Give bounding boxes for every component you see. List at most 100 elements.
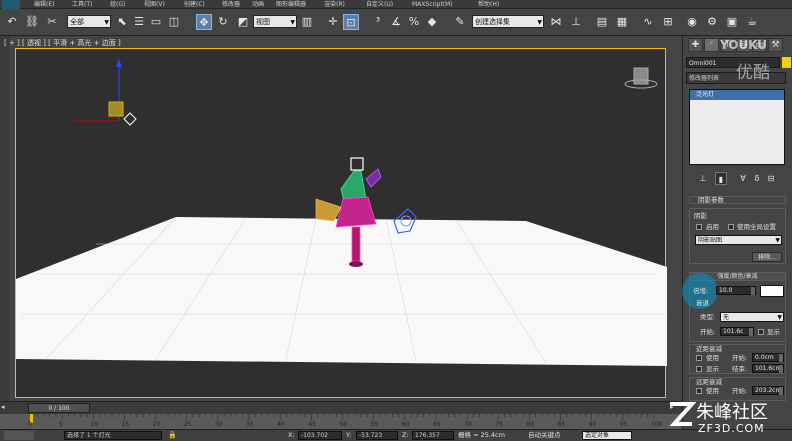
undo-icon[interactable]: ↶ <box>4 14 20 30</box>
viewport-label[interactable]: [ + ] [ 透视 ] [ 平滑 + 高光 + 边面 ] <box>4 38 121 48</box>
pin-stack-icon[interactable]: ⊥ <box>697 172 709 185</box>
shadow-type-dropdown[interactable]: 阴影贴图 ▼ <box>695 235 782 245</box>
spinner-arrows-icon[interactable] <box>779 354 783 362</box>
named-selection-dropdown[interactable]: 创建选择集 ▼ <box>472 15 544 28</box>
ground-plane[interactable] <box>16 217 667 366</box>
material-editor-icon[interactable]: ◉ <box>684 14 700 30</box>
x-coord-field[interactable]: -103.702 <box>298 431 342 440</box>
menu-maxscript[interactable]: MAXScript(M) <box>412 0 453 9</box>
viewcube-icon[interactable] <box>624 67 658 89</box>
z-coord-field[interactable]: 176.357 <box>412 431 454 440</box>
shadow-enable-checkbox[interactable] <box>696 224 702 230</box>
render-setup-icon[interactable]: ⚙ <box>704 14 720 30</box>
zf-en-text: ZF3D.COM <box>698 422 765 435</box>
menu-graph-editors[interactable]: 图形编辑器 <box>276 0 306 9</box>
key-filter-dropdown[interactable]: 选定对象 <box>582 431 632 440</box>
y-coord-field[interactable]: -53.723 <box>356 431 398 440</box>
time-slider-handle[interactable]: 0 / 100 <box>28 403 90 413</box>
utilities-tab-icon[interactable]: ⚒ <box>768 38 783 52</box>
menu-create[interactable]: 创建(C) <box>184 0 205 9</box>
decay-type-dropdown[interactable]: 无 ▼ <box>720 312 784 322</box>
ref-coord-value: 视图 <box>256 18 270 26</box>
show-end-result-icon[interactable]: ▮ <box>715 172 727 185</box>
selection-filter-dropdown[interactable]: 全部 ▼ <box>67 15 111 28</box>
near-show-checkbox[interactable] <box>696 366 702 372</box>
select-scale-icon[interactable]: ◩ <box>235 14 251 30</box>
z-coord-label: Z: <box>402 431 409 439</box>
ref-coord-dropdown[interactable]: 视图 ▼ <box>253 15 297 28</box>
modifier-stack[interactable]: 泛光灯 <box>689 89 785 165</box>
select-object-icon[interactable]: ⬉ <box>114 14 130 30</box>
menu-help[interactable]: 帮助(H) <box>478 0 499 9</box>
far-start-value: 203.2cm <box>755 387 782 394</box>
decay-start-value: 101.6c <box>723 328 744 335</box>
keyboard-shortcut-icon[interactable]: ⊡ <box>343 14 359 30</box>
near-start-spinner[interactable]: 0.0cm <box>752 353 784 362</box>
menu-animation[interactable]: 动画 <box>252 0 264 9</box>
render-production-icon[interactable]: ☕ <box>744 14 760 30</box>
graphite-ribbon-icon[interactable]: ▦ <box>614 14 630 30</box>
manipulate-icon[interactable]: ✛ <box>325 14 341 30</box>
timeline-tick-label: 55 <box>370 421 379 428</box>
mirror-icon[interactable]: ⋈ <box>548 14 564 30</box>
near-use-checkbox[interactable] <box>696 355 702 361</box>
select-rotate-icon[interactable]: ↻ <box>215 14 231 30</box>
menu-customize[interactable]: 自定义(U) <box>366 0 393 9</box>
time-slider-track[interactable] <box>0 401 682 414</box>
menu-group[interactable]: 组(G) <box>110 0 125 9</box>
pivot-center-icon[interactable]: ▥ <box>299 14 315 30</box>
align-icon[interactable]: ⊥ <box>568 14 584 30</box>
timeline-tick-label: 25 <box>183 421 192 428</box>
unlink-icon[interactable]: ✂ <box>44 14 60 30</box>
shadow-params-rollout-header[interactable]: 阴影参数 <box>689 196 786 204</box>
remove-modifier-icon[interactable]: ẟ <box>751 172 763 185</box>
spinner-arrows-icon[interactable] <box>751 287 755 295</box>
menu-views[interactable]: 视图(V) <box>144 0 165 9</box>
spinner-arrows-icon[interactable] <box>779 387 783 395</box>
use-global-checkbox[interactable] <box>728 224 734 230</box>
menu-rendering[interactable]: 渲染(R) <box>324 0 345 9</box>
layer-manager-icon[interactable]: ▤ <box>594 14 610 30</box>
menu-tools[interactable]: 工具(T) <box>72 0 92 9</box>
curve-editor-icon[interactable]: ∿ <box>640 14 656 30</box>
menu-edit[interactable]: 编辑(E) <box>34 0 54 9</box>
maxscript-listener[interactable] <box>4 431 34 440</box>
decay-show-checkbox[interactable] <box>758 329 764 335</box>
link-icon[interactable]: ⛓ <box>24 14 40 30</box>
auto-key-label[interactable]: 自动关键点 <box>528 431 561 439</box>
near-end-spinner[interactable]: 101.6cm <box>752 364 784 373</box>
spinner-arrows-icon[interactable] <box>749 328 753 336</box>
stack-toolbar: ⊥ ▮ ∀ ẟ ⊟ <box>689 170 785 188</box>
edit-named-selection-icon[interactable]: ✎ <box>452 14 468 30</box>
rect-selection-icon[interactable]: ▭ <box>148 14 164 30</box>
schematic-view-icon[interactable]: ⊞ <box>660 14 676 30</box>
near-end-label: 结束: <box>732 365 748 373</box>
make-unique-icon[interactable]: ∀ <box>737 172 749 185</box>
light-color-swatch[interactable] <box>760 285 784 297</box>
axis-gizmo <box>74 59 137 126</box>
modify-tab-icon[interactable]: ◜ <box>704 38 719 52</box>
stack-item-omni[interactable]: 泛光灯 <box>690 90 784 100</box>
lock-selection-icon[interactable]: 🔒 <box>168 431 178 440</box>
app-logo-icon[interactable] <box>2 0 20 9</box>
percent-snap-icon[interactable]: % <box>406 14 422 30</box>
object-color-swatch[interactable] <box>782 57 791 68</box>
spinner-arrows-icon[interactable] <box>779 365 783 373</box>
angle-snap-icon[interactable]: ∡ <box>388 14 404 30</box>
select-by-name-icon[interactable]: ☰ <box>131 14 147 30</box>
multiplier-spinner[interactable]: 10.0 <box>716 286 756 295</box>
window-crossing-icon[interactable]: ◫ <box>166 14 182 30</box>
far-start-spinner[interactable]: 203.2cm <box>752 386 784 395</box>
decay-start-spinner[interactable]: 101.6c <box>720 327 754 336</box>
far-use-checkbox[interactable] <box>696 388 702 394</box>
select-move-icon[interactable]: ✥ <box>196 14 212 30</box>
spinner-snap-icon[interactable]: ◆ <box>424 14 440 30</box>
viewport-canvas[interactable] <box>15 48 667 398</box>
snap-3d-icon[interactable]: ³ <box>370 14 386 30</box>
menu-modifiers[interactable]: 修改器 <box>222 0 240 9</box>
prev-frame-icon[interactable]: ◂ <box>1 403 11 413</box>
render-frame-icon[interactable]: ▣ <box>724 14 740 30</box>
configure-sets-icon[interactable]: ⊟ <box>765 172 777 185</box>
exclude-button[interactable]: 排除... <box>752 252 782 262</box>
create-tab-icon[interactable]: ✚ <box>688 38 703 52</box>
